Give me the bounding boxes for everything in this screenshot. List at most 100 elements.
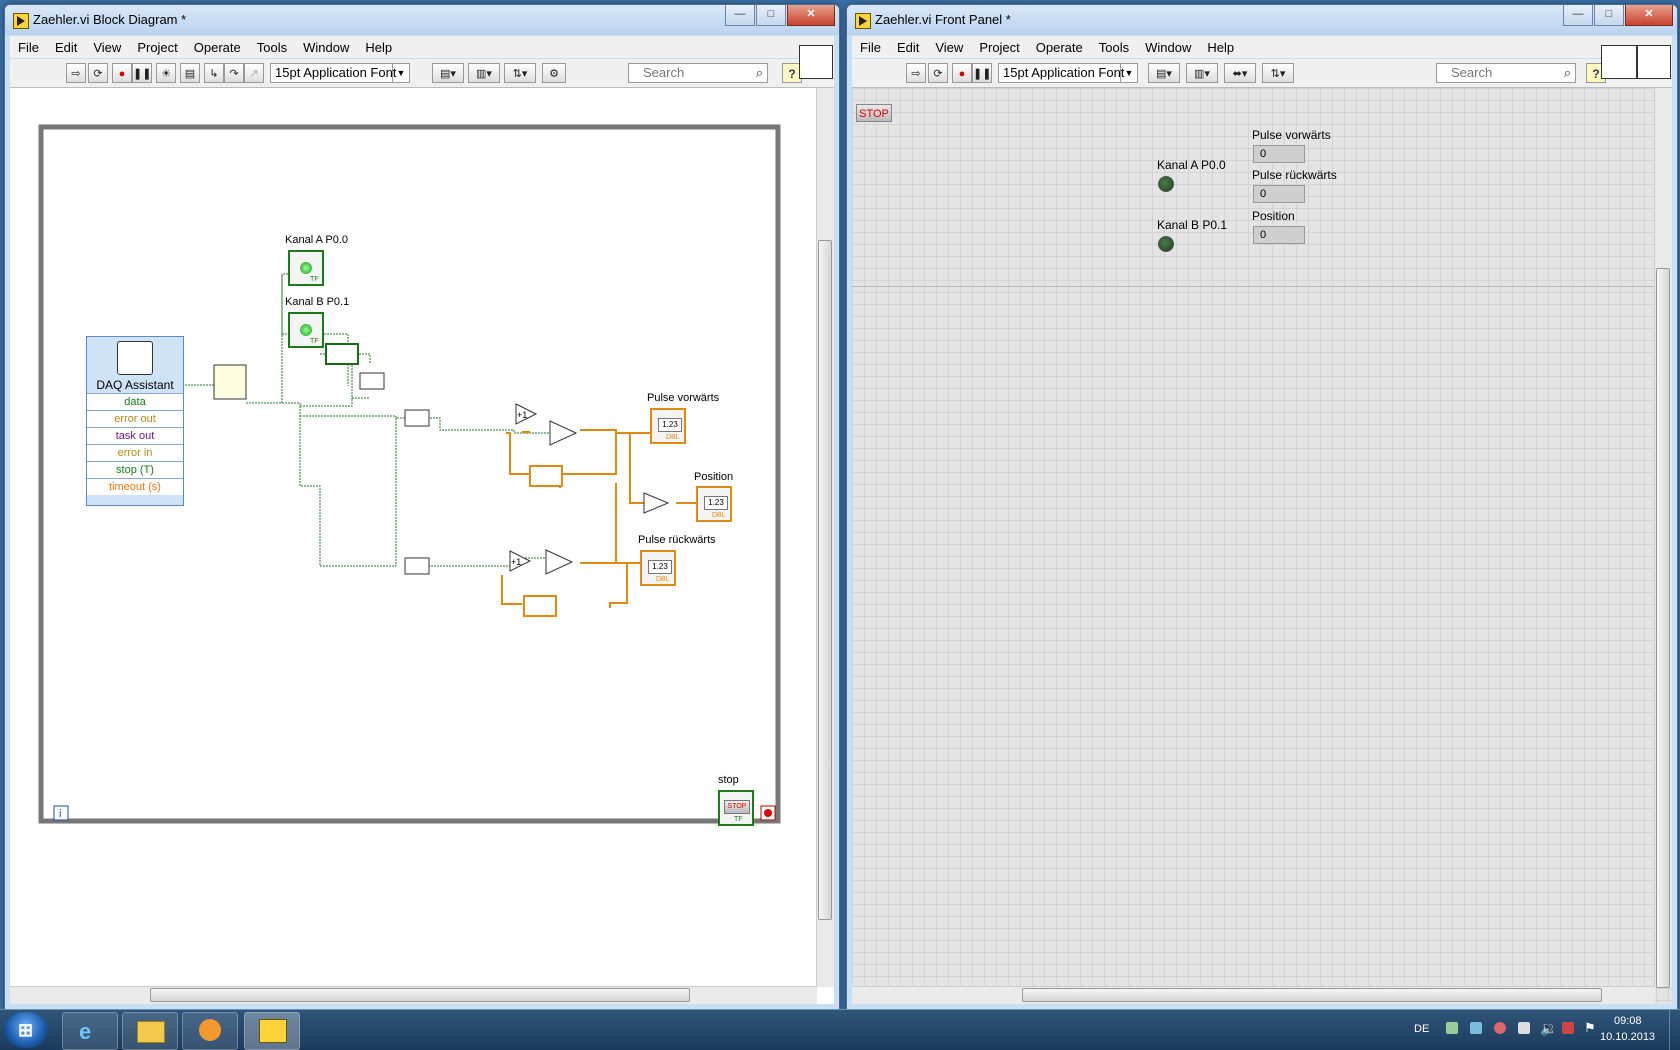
menu-help[interactable]: Help bbox=[357, 40, 400, 55]
taskbar-explorer[interactable] bbox=[122, 1012, 178, 1050]
action-center-flag-icon[interactable]: ⚑ bbox=[1584, 1020, 1596, 1036]
block-diagram-canvas[interactable]: i +1 +1 Kanal A P0.0 TF Kanal B P0.1 TF … bbox=[10, 88, 834, 1004]
step-into-icon[interactable]: ↳ bbox=[204, 63, 224, 83]
menu-edit[interactable]: Edit bbox=[47, 40, 85, 55]
step-out-icon[interactable]: ↗ bbox=[244, 63, 264, 83]
highlight-execution-icon[interactable]: ☀ bbox=[156, 63, 176, 83]
menu-operate[interactable]: Operate bbox=[1028, 40, 1091, 55]
dbl-tag: DBL bbox=[712, 512, 726, 519]
reorder-icon[interactable]: ⇅▾ bbox=[1262, 63, 1294, 83]
search-placeholder: Search bbox=[643, 65, 685, 80]
show-desktop-button[interactable] bbox=[1669, 1010, 1680, 1050]
hscroll-thumb[interactable] bbox=[1022, 988, 1602, 1002]
align-objects-icon[interactable]: ▤▾ bbox=[432, 63, 464, 83]
menu-file[interactable]: File bbox=[10, 40, 47, 55]
hscroll-thumb[interactable] bbox=[150, 988, 690, 1002]
menu-tools[interactable]: Tools bbox=[249, 40, 295, 55]
abort-icon[interactable]: ● bbox=[112, 63, 132, 83]
cleanup-diagram-icon[interactable]: ⚙ bbox=[542, 63, 566, 83]
menu-view[interactable]: View bbox=[85, 40, 129, 55]
search-input[interactable]: Search ⌕ bbox=[1436, 63, 1576, 83]
distribute-objects-icon[interactable]: ▥▾ bbox=[468, 63, 500, 83]
menu-help[interactable]: Help bbox=[1199, 40, 1242, 55]
maximize-button[interactable]: □ bbox=[1594, 5, 1624, 26]
align-objects-icon[interactable]: ▤▾ bbox=[1148, 63, 1180, 83]
menu-operate[interactable]: Operate bbox=[186, 40, 249, 55]
distribute-objects-icon[interactable]: ▥▾ bbox=[1186, 63, 1218, 83]
menu-file[interactable]: File bbox=[852, 40, 889, 55]
pulse-rueckwaerts-terminal[interactable]: 1.23 DBL bbox=[640, 550, 676, 586]
run-continuously-icon[interactable]: ⟳ bbox=[928, 63, 948, 83]
taskbar-labview[interactable] bbox=[244, 1012, 300, 1050]
close-button[interactable]: ✕ bbox=[787, 5, 835, 26]
block-diagram-svg: i +1 +1 bbox=[38, 124, 781, 824]
taskbar-internet-explorer[interactable]: e bbox=[62, 1012, 118, 1050]
reorder-icon[interactable]: ⇅▾ bbox=[504, 63, 536, 83]
kanal-b-led-terminal[interactable]: TF bbox=[288, 312, 324, 348]
abort-icon[interactable]: ● bbox=[952, 63, 972, 83]
network-icon[interactable] bbox=[1446, 1022, 1458, 1034]
stop-button[interactable]: STOP bbox=[856, 104, 892, 122]
run-arrow-icon[interactable]: ⇨ bbox=[66, 63, 86, 83]
security-icon[interactable] bbox=[1470, 1022, 1482, 1034]
front-panel-vscrollbar[interactable] bbox=[1654, 88, 1672, 988]
device-icon[interactable] bbox=[1562, 1022, 1574, 1034]
menu-window[interactable]: Window bbox=[1137, 40, 1199, 55]
daq-terminal-error-in[interactable]: error in bbox=[87, 444, 183, 461]
menu-view[interactable]: View bbox=[927, 40, 971, 55]
vscroll-thumb[interactable] bbox=[818, 240, 832, 920]
block-diagram-hscrollbar[interactable] bbox=[10, 986, 817, 1004]
daq-terminal-task-out-label: task out bbox=[115, 430, 155, 442]
connector-pane[interactable] bbox=[1601, 45, 1637, 79]
menu-window[interactable]: Window bbox=[295, 40, 357, 55]
minimize-button[interactable]: — bbox=[725, 5, 755, 26]
minimize-button[interactable]: — bbox=[1563, 5, 1593, 26]
menu-project[interactable]: Project bbox=[129, 40, 185, 55]
font-select[interactable]: 15pt Application Font ▼ bbox=[270, 63, 410, 83]
pulse-vorwaerts-terminal[interactable]: 1.23 DBL bbox=[650, 408, 686, 444]
pause-icon[interactable]: ❚❚ bbox=[132, 63, 152, 83]
close-button[interactable]: ✕ bbox=[1625, 5, 1673, 26]
menu-edit[interactable]: Edit bbox=[889, 40, 927, 55]
clock-time[interactable]: 09:08 bbox=[1614, 1015, 1642, 1027]
dbl-tag: DBL bbox=[656, 576, 670, 583]
daq-terminal-timeout[interactable]: timeout (s) bbox=[87, 478, 183, 495]
power-icon[interactable] bbox=[1518, 1022, 1530, 1034]
front-panel-hscrollbar[interactable] bbox=[852, 986, 1655, 1004]
vi-icon-pane[interactable] bbox=[1637, 45, 1671, 79]
pause-icon[interactable]: ❚❚ bbox=[972, 63, 992, 83]
antivirus-icon[interactable] bbox=[1494, 1022, 1506, 1034]
run-continuously-icon[interactable]: ⟳ bbox=[88, 63, 108, 83]
font-select[interactable]: 15pt Application Font ▼ bbox=[998, 63, 1138, 83]
labview-icon bbox=[259, 1019, 287, 1043]
front-panel-canvas[interactable]: STOP Kanal A P0.0 Kanal B P0.1 Pulse vor… bbox=[852, 88, 1672, 1004]
vscroll-thumb[interactable] bbox=[1656, 268, 1670, 988]
front-panel-titlebar[interactable]: Zaehler.vi Front Panel * — □ ✕ bbox=[847, 5, 1677, 35]
block-diagram-vscrollbar[interactable] bbox=[816, 88, 834, 987]
retain-wire-values-icon[interactable]: ▤ bbox=[180, 63, 200, 83]
daq-terminal-data[interactable]: data bbox=[87, 393, 183, 410]
daq-terminal-task-out[interactable]: task out bbox=[87, 427, 183, 444]
position-terminal[interactable]: 1.23 DBL bbox=[696, 486, 732, 522]
daq-assistant-node[interactable]: DAQ Assistant data error out task out er… bbox=[86, 336, 184, 506]
run-arrow-icon[interactable]: ⇨ bbox=[906, 63, 926, 83]
volume-icon[interactable]: 🔉 bbox=[1540, 1020, 1557, 1037]
kanal-a-led-terminal[interactable]: TF bbox=[288, 250, 324, 286]
menu-tools[interactable]: Tools bbox=[1091, 40, 1137, 55]
language-indicator[interactable]: DE bbox=[1414, 1023, 1429, 1035]
search-input[interactable]: Search ⌕ bbox=[628, 63, 768, 83]
start-button[interactable]: ⊞ bbox=[4, 1012, 48, 1048]
taskbar-media-player[interactable] bbox=[182, 1012, 238, 1050]
stop-terminal[interactable]: STOP TF bbox=[718, 790, 754, 826]
vi-icon-pane[interactable] bbox=[799, 45, 833, 79]
daq-terminal-stop[interactable]: stop (T) bbox=[87, 461, 183, 478]
block-diagram-titlebar[interactable]: Zaehler.vi Block Diagram * — □ ✕ bbox=[5, 5, 839, 35]
daq-terminal-error-out[interactable]: error out bbox=[87, 410, 183, 427]
clock-date[interactable]: 10.10.2013 bbox=[1600, 1031, 1655, 1043]
panel-divider bbox=[852, 286, 1655, 287]
label-pulse-rueckwaerts: Pulse rückwärts bbox=[1252, 168, 1337, 182]
maximize-button[interactable]: □ bbox=[756, 5, 786, 26]
step-over-icon[interactable]: ↷ bbox=[224, 63, 244, 83]
menu-project[interactable]: Project bbox=[971, 40, 1027, 55]
resize-objects-icon[interactable]: ⬌▾ bbox=[1224, 63, 1256, 83]
